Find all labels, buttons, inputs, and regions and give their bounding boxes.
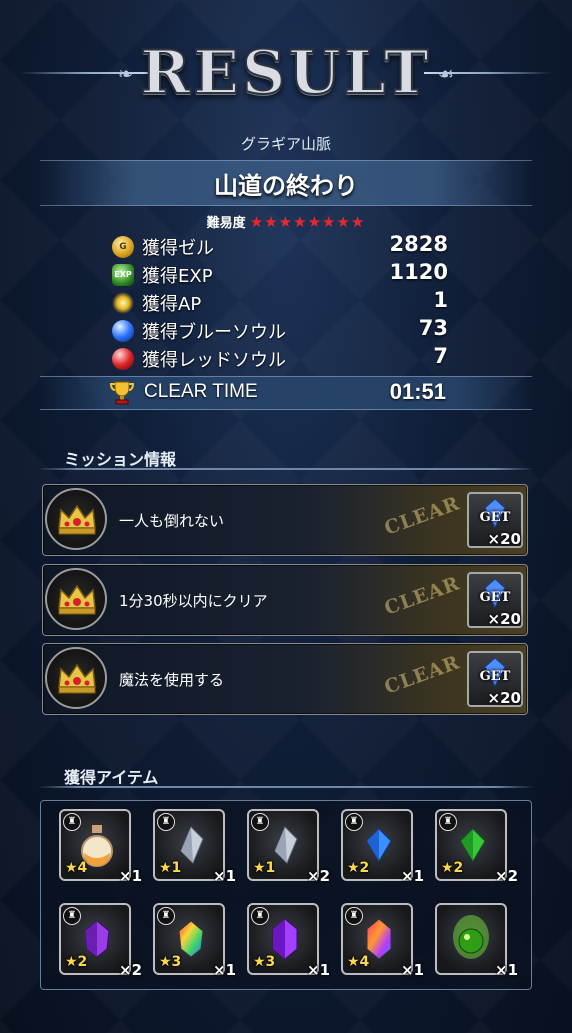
reward-row-red-soul: 獲得レッドソウル 7 xyxy=(108,344,448,372)
item-count: ×2 xyxy=(307,867,331,885)
reward-label: 獲得AP xyxy=(142,294,202,315)
item-slot[interactable]: ♜ ★4 ×1 xyxy=(59,809,142,885)
mission-get-label: GET xyxy=(479,669,511,684)
item-count: ×1 xyxy=(307,961,331,979)
mission-label: 1分30秒以内にクリア xyxy=(119,592,268,610)
clear-time-value: 01:51 xyxy=(389,379,446,404)
mission-reward-box[interactable]: GET ×20 xyxy=(467,572,523,628)
mission-reward-qty: ×20 xyxy=(487,530,521,548)
reward-row-exp: EXP 獲得EXP 1120 xyxy=(108,260,448,288)
exp-icon: EXP xyxy=(112,264,134,286)
item-slot[interactable]: ×1 xyxy=(435,903,518,979)
item-rarity: ★3 xyxy=(253,954,276,970)
item-slot[interactable]: ♜ ★2 ×2 xyxy=(435,809,518,885)
blue-soul-icon xyxy=(112,320,134,342)
mission-card[interactable]: 魔法を使用する CLEAR GET ×20 xyxy=(42,643,528,715)
item-count: ×2 xyxy=(119,961,143,979)
difficulty-label: 難易度 xyxy=(206,216,246,231)
item-slot[interactable]: ♜ ★4 ×1 xyxy=(341,903,424,979)
crown-icon xyxy=(45,488,107,550)
reward-value: 7 xyxy=(433,344,448,368)
mission-clear-stamp: CLEAR xyxy=(381,492,463,540)
mission-get-label: GET xyxy=(479,510,511,525)
item-rarity: ★4 xyxy=(347,954,370,970)
item-count: ×1 xyxy=(213,961,237,979)
difficulty-stars: ★★★★★★★★ xyxy=(249,213,366,231)
reward-value: 2828 xyxy=(389,232,448,256)
reward-label: 獲得ブルーソウル xyxy=(142,322,286,343)
items-section-header: 獲得アイテム xyxy=(38,762,534,788)
rewards-list: G 獲得ゼル 2828 EXP 獲得EXP 1120 ✦ 獲得AP 1 獲得ブル… xyxy=(108,232,448,372)
missions-section-title: ミッション情報 xyxy=(64,450,177,469)
mission-card[interactable]: 一人も倒れない CLEAR GET ×20 xyxy=(42,484,528,556)
item-slot[interactable]: ♜ ★3 ×1 xyxy=(247,903,330,979)
mission-label: 魔法を使用する xyxy=(119,671,225,689)
reward-label: 獲得レッドソウル xyxy=(142,350,286,371)
item-slot[interactable]: ♜ ★1 ×2 xyxy=(247,809,330,885)
reward-value: 1 xyxy=(433,288,448,312)
item-rarity: ★2 xyxy=(441,860,464,876)
section-divider xyxy=(38,468,534,470)
ap-sparkle-icon: ✦ xyxy=(112,292,134,314)
crown-icon xyxy=(45,568,107,630)
reward-label: 獲得EXP xyxy=(142,266,213,287)
reward-row-blue-soul: 獲得ブルーソウル 73 xyxy=(108,316,448,344)
mission-clear-stamp: CLEAR xyxy=(381,651,463,699)
reward-value: 73 xyxy=(418,316,448,340)
item-slot[interactable]: ♜ ★3 ×1 xyxy=(153,903,236,979)
green-orb-icon xyxy=(453,915,489,959)
item-rarity: ★3 xyxy=(159,954,182,970)
item-count: ×1 xyxy=(495,961,519,979)
crown-icon xyxy=(45,647,107,709)
item-rarity: ★2 xyxy=(347,860,370,876)
item-rarity: ★2 xyxy=(65,954,88,970)
red-soul-icon xyxy=(112,348,134,370)
item-rarity: ★1 xyxy=(253,860,276,876)
mission-label: 一人も倒れない xyxy=(119,512,225,530)
trophy-icon xyxy=(108,379,136,407)
section-divider xyxy=(38,786,534,788)
item-rarity: ★1 xyxy=(159,860,182,876)
item-count: ×2 xyxy=(495,867,519,885)
reward-value: 1120 xyxy=(389,260,448,284)
missions-section-header: ミッション情報 xyxy=(38,444,534,470)
item-rarity: ★4 xyxy=(65,860,88,876)
reward-label: 獲得ゼル xyxy=(142,238,214,259)
area-name: グラギア山脈 xyxy=(240,135,331,153)
item-slot[interactable]: ♜ ★2 ×2 xyxy=(59,903,142,979)
mission-reward-qty: ×20 xyxy=(487,689,521,707)
item-count: ×1 xyxy=(401,867,425,885)
result-title: RESULT xyxy=(139,37,432,109)
item-count: ×1 xyxy=(401,961,425,979)
mission-card[interactable]: 1分30秒以内にクリア CLEAR GET ×20 xyxy=(42,564,528,636)
item-slot[interactable]: ♜ ★2 ×1 xyxy=(341,809,424,885)
item-slot[interactable]: ♜ ★1 ×1 xyxy=(153,809,236,885)
mission-reward-box[interactable]: GET ×20 xyxy=(467,492,523,548)
clear-time-label: CLEAR TIME xyxy=(144,381,258,402)
item-count: ×1 xyxy=(213,867,237,885)
reward-row-gil: G 獲得ゼル 2828 xyxy=(108,232,448,260)
reward-row-ap: ✦ 獲得AP 1 xyxy=(108,288,448,316)
stage-name: 山道の終わり xyxy=(214,172,358,200)
mission-get-label: GET xyxy=(479,590,511,605)
difficulty-row: 難易度 ★★★★★★★★ xyxy=(0,212,572,231)
items-section-title: 獲得アイテム xyxy=(64,768,159,787)
mission-reward-qty: ×20 xyxy=(487,610,521,628)
mission-reward-box[interactable]: GET ×20 xyxy=(467,651,523,707)
item-count: ×1 xyxy=(119,867,143,885)
mission-clear-stamp: CLEAR xyxy=(381,572,463,620)
items-panel: ♜ ★4 ×1 ♜ ★1 ×1 ♜ ★1 ×2 ♜ ★2 ×1 ♜ ★2 ×2 … xyxy=(40,800,532,990)
result-header: ❧ ☙ RESULT xyxy=(0,30,572,120)
gil-coin-icon: G xyxy=(112,236,134,258)
